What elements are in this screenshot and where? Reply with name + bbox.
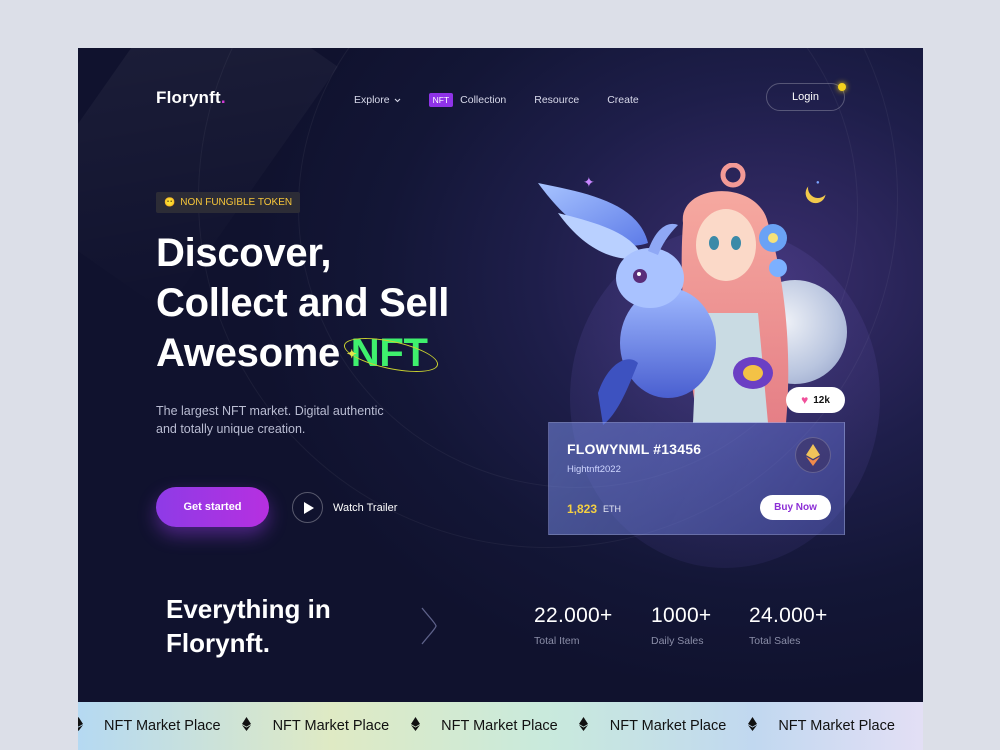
hero-tag-label: NON FUNGIBLE TOKEN — [180, 197, 293, 208]
ethereum-icon — [389, 716, 441, 736]
headline-line-1: Discover, — [156, 231, 332, 275]
watch-trailer-label: Watch Trailer — [333, 501, 398, 514]
logo-dot: . — [220, 88, 226, 107]
ticker-item: NFT Market Place — [441, 718, 558, 734]
nft-card[interactable]: FLOWYNML #13456 Hightnft2022 1,823 ETH B… — [548, 422, 845, 535]
login-button[interactable]: Login — [766, 83, 846, 111]
stat-label: Daily Sales — [651, 635, 704, 647]
login-label: Login — [792, 91, 819, 103]
logo[interactable]: Florynft. — [156, 88, 226, 108]
play-icon — [292, 492, 323, 523]
stat-label: Total Item — [534, 635, 580, 647]
headline-line-3: Awesome NFT ✦ — [156, 328, 449, 379]
ethereum-icon — [221, 716, 273, 736]
headline-line-3-prefix: Awesome — [156, 331, 351, 375]
sparkle-icon: ✦ — [346, 347, 357, 361]
notification-dot — [838, 83, 846, 91]
ticker-item: NFT Market Place — [272, 718, 390, 734]
nav-explore[interactable]: Explore — [354, 94, 401, 106]
buy-now-button[interactable]: Buy Now — [760, 495, 831, 520]
landing-page: Florynft. Explore NFT Collection Resourc… — [78, 48, 923, 750]
stat-value: 22.000+ — [534, 604, 613, 627]
nav-resource-label: Resource — [534, 94, 580, 106]
stats-heading: Everything in Florynft. — [166, 592, 331, 660]
stats-heading-line-1: Everything in — [166, 594, 331, 624]
ticker-item: NFT Market Place — [778, 718, 895, 734]
nft-price: 1,823 — [567, 502, 598, 516]
ethereum-icon — [78, 716, 104, 736]
chevron-down-icon — [394, 96, 401, 105]
nav-collection-label: Collection — [460, 94, 507, 106]
get-started-button[interactable]: Get started — [156, 487, 269, 527]
nft-price-unit: ETH — [603, 504, 621, 514]
get-started-label: Get started — [183, 501, 242, 513]
hero-subtext: The largest NFT market. Digital authenti… — [156, 404, 384, 436]
nft-badge: NFT — [428, 93, 454, 107]
ticker-track: NFT Market Place NFT Market Place NFT Ma… — [78, 716, 895, 736]
nft-card-creator[interactable]: Hightnft2022 — [567, 464, 621, 475]
marketplace-ticker: NFT Market Place NFT Market Place NFT Ma… — [78, 702, 923, 750]
nav-resource[interactable]: Resource — [534, 94, 579, 106]
ethereum-icon — [558, 716, 610, 736]
nav-create-label: Create — [607, 94, 639, 106]
ticker-item: NFT Market Place — [104, 718, 221, 734]
ethereum-icon — [795, 437, 831, 473]
nft-card-title: FLOWYNML #13456 — [567, 441, 702, 457]
nav-explore-label: Explore — [354, 94, 390, 106]
emoji-face-icon: 😶 — [164, 197, 176, 207]
heart-icon: ♥ — [801, 393, 809, 407]
nav-collection[interactable]: NFT Collection — [428, 93, 507, 107]
watch-trailer-button[interactable]: Watch Trailer — [292, 492, 397, 523]
ticker-item: NFT Market Place — [609, 718, 727, 734]
headline-line-2: Collect and Sell — [156, 281, 450, 325]
stat-total-sales: 24.000+ Total Sales — [749, 604, 828, 647]
stats-heading-line-2: Florynft. — [166, 628, 270, 658]
ethereum-icon — [726, 716, 778, 736]
hero-tag: 😶 NON FUNGIBLE TOKEN — [156, 192, 301, 213]
nav-create[interactable]: Create — [607, 94, 639, 106]
chevron-right-icon — [420, 606, 438, 651]
nft-accent-text: NFT — [350, 331, 428, 375]
like-button[interactable]: ♥ 12k — [786, 387, 845, 413]
main-nav: Explore NFT Collection Resource Create — [354, 93, 639, 107]
stat-label: Total Sales — [749, 635, 801, 647]
buy-now-label: Buy Now — [774, 502, 817, 513]
stat-value: 24.000+ — [749, 604, 828, 627]
stat-value: 1000+ — [651, 604, 712, 627]
stat-daily-sales: 1000+ Daily Sales — [651, 604, 711, 647]
headline-nft-accent: NFT ✦ — [340, 331, 441, 379]
stat-total-item: 22.000+ Total Item — [534, 604, 613, 647]
hero-headline: Discover, Collect and Sell Awesome NFT ✦ — [156, 228, 450, 379]
like-count: 12k — [813, 394, 830, 406]
logo-text: Florynft — [156, 88, 221, 107]
